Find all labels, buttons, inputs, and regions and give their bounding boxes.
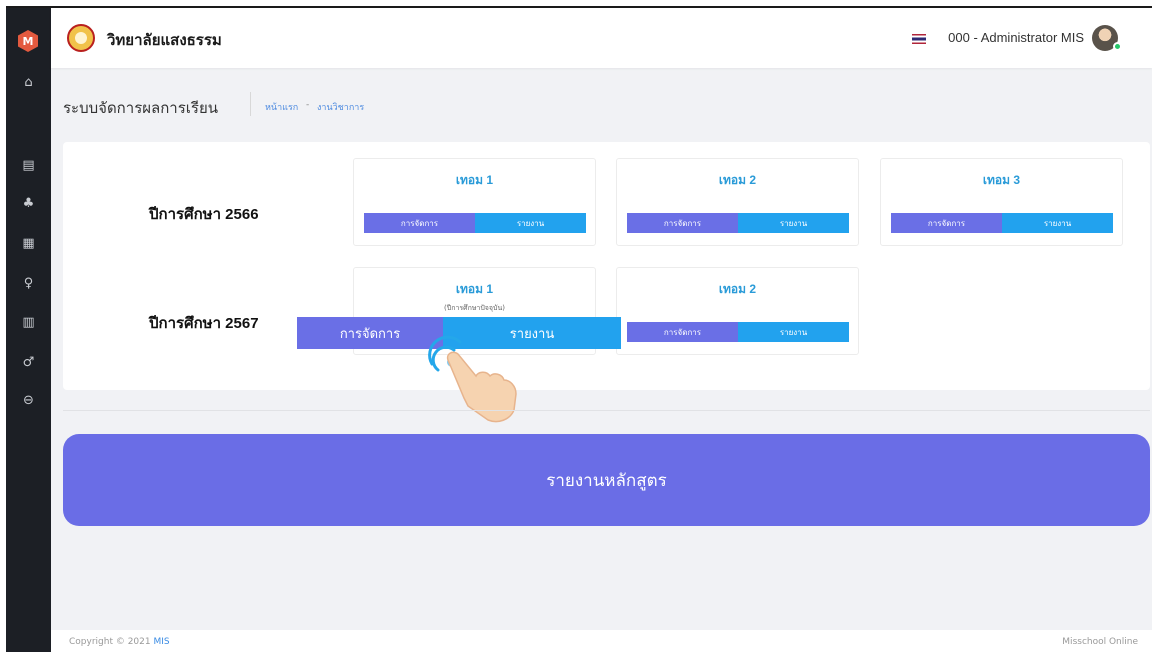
copyright-text: Copyright © 2021 [69,637,151,647]
term-title: เทอม 2 [718,282,757,296]
manage-button[interactable]: การจัดการ [627,213,738,233]
breadcrumb-home[interactable]: หน้าแรก [265,100,298,114]
app-frame: M ⌂ ▤ ♣ ▦ ♀ ▥ ♂ ⊖ วิทยาลัยแสงธรรม 000 - … [6,6,1152,652]
term-title: เทอม 1 [455,282,494,296]
manage-button[interactable]: การจัดการ [627,322,738,342]
term-card-2567-2: เทอม 2 การจัดการ รายงาน [616,267,859,355]
school-name: วิทยาลัยแสงธรรม [107,32,222,49]
footer-brand-link[interactable]: MIS [153,637,169,647]
product-name: Misschool Online [1062,637,1138,647]
term-title: เทอม 2 [718,173,757,187]
year-label-2566: ปีการศึกษา 2566 [149,206,259,223]
copyright: Copyright © 2021 MIS [69,637,170,647]
report-button[interactable]: รายงาน [475,213,586,233]
term-card-2566-1: เทอม 1 การจัดการ รายงาน [353,158,596,246]
academic-years-panel: ปีการศึกษา 2566 ปีการศึกษา 2567 เทอม 1 ก… [63,142,1150,390]
online-status-dot [1113,42,1122,51]
term-card-2566-2: เทอม 2 การจัดการ รายงาน [616,158,859,246]
current-year-note: (ปีการศึกษาปัจจุบัน) [444,304,505,312]
home-icon[interactable]: ⌂ [6,72,51,92]
term-card-2566-3: เทอม 3 การจัดการ รายงาน [880,158,1123,246]
section-divider [63,410,1150,411]
book-icon[interactable]: ▥ [6,312,51,332]
users-icon[interactable]: ♣ [6,193,51,213]
manage-button[interactable]: การจัดการ [364,213,475,233]
app-logo-icon[interactable]: M [18,30,38,52]
tap-hand-icon [428,335,517,423]
page-header: ระบบจัดการผลการเรียน หน้าแรก - งานวิชากา… [51,68,1152,138]
year-label-2567: ปีการศึกษา 2567 [149,315,259,332]
course-report-button[interactable]: รายงานหลักสูตร [63,434,1150,526]
logout-icon[interactable]: ⊖ [6,390,51,410]
calendar-icon[interactable]: ▦ [6,233,51,253]
report-button[interactable]: รายงาน [738,322,849,342]
document-icon[interactable]: ▤ [6,155,51,175]
thai-flag-icon[interactable] [912,34,926,44]
user-settings-icon[interactable]: ♂ [6,352,51,372]
breadcrumb-separator: - [306,100,310,110]
header-divider [250,92,251,116]
page-title: ระบบจัดการผลการเรียน [63,100,219,117]
term-title: เทอม 1 [455,173,494,187]
user-name[interactable]: 000 - Administrator MIS [948,30,1084,45]
report-button[interactable]: รายงาน [1002,213,1113,233]
app-logo-letter: M [22,34,34,48]
term-title: เทอม 3 [982,173,1021,187]
school-seal-logo [67,24,95,52]
report-button[interactable]: รายงาน [738,213,849,233]
sidebar: M ⌂ ▤ ♣ ▦ ♀ ▥ ♂ ⊖ [6,8,51,652]
breadcrumb-current[interactable]: งานวิชาการ [317,100,364,114]
manage-button[interactable]: การจัดการ [891,213,1002,233]
footer: Copyright © 2021 MIS Misschool Online [51,630,1152,652]
topbar: วิทยาลัยแสงธรรม 000 - Administrator MIS [51,8,1152,68]
user-edit-icon[interactable]: ♀ [6,273,51,293]
